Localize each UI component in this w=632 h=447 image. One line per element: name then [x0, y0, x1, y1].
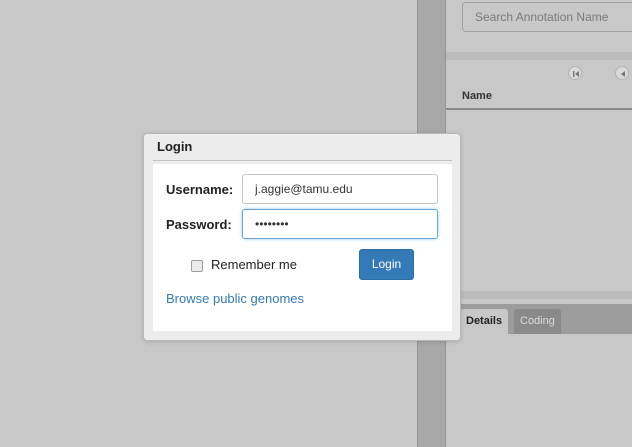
- previous-page-button[interactable]: [615, 66, 629, 80]
- username-field[interactable]: [242, 174, 438, 204]
- panel-divider-bottom: [446, 291, 632, 299]
- first-page-icon: [573, 71, 579, 77]
- remember-me-label[interactable]: Remember me: [211, 257, 297, 272]
- browse-public-genomes-link[interactable]: Browse public genomes: [166, 291, 304, 306]
- password-field[interactable]: [242, 209, 438, 239]
- tab-coding[interactable]: Coding: [514, 309, 561, 334]
- tab-details[interactable]: Details: [460, 309, 509, 334]
- username-label: Username:: [166, 182, 234, 197]
- annotation-panel: [446, 0, 632, 447]
- login-dialog: Login Username: Password: Remember me Lo…: [143, 133, 461, 341]
- login-button[interactable]: Login: [359, 249, 414, 280]
- login-form: Username: Password: Remember me Login Br…: [153, 164, 452, 331]
- name-column-header[interactable]: Name: [462, 90, 492, 102]
- first-page-button[interactable]: [568, 66, 582, 80]
- remember-me-checkbox[interactable]: [191, 260, 203, 272]
- panel-divider: [446, 52, 632, 60]
- header-divider: [446, 108, 632, 110]
- password-label: Password:: [166, 217, 232, 232]
- title-divider: [153, 160, 452, 161]
- previous-page-icon: [621, 71, 625, 77]
- search-annotation-input[interactable]: [462, 2, 632, 32]
- dialog-title: Login: [157, 139, 193, 154]
